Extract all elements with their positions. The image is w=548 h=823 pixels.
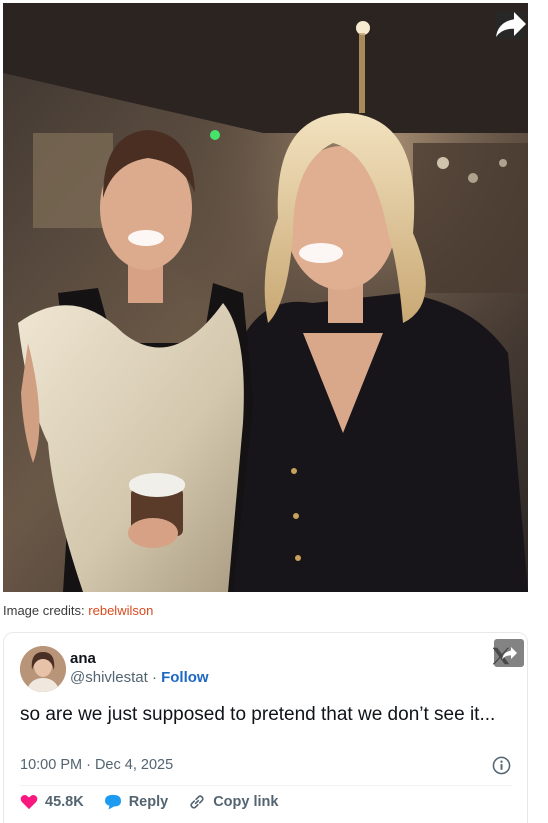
avatar[interactable]	[20, 646, 66, 692]
author-name[interactable]: ana	[70, 650, 96, 667]
like-button[interactable]: 45.8K	[20, 794, 84, 810]
divider	[20, 785, 512, 786]
author-handle-line: @shivlestat · Follow	[70, 669, 209, 686]
avatar-image	[20, 646, 66, 692]
reply-bubble-icon	[104, 794, 121, 810]
info-icon[interactable]	[492, 756, 511, 775]
link-icon	[190, 795, 204, 809]
copy-link-button[interactable]: Copy link	[188, 793, 278, 811]
credits-source-link[interactable]: rebelwilson	[88, 603, 153, 618]
event-photo	[3, 3, 528, 592]
share-arrow-icon	[501, 646, 517, 659]
heart-icon	[20, 794, 38, 810]
follow-button[interactable]: Follow	[161, 669, 209, 686]
copy-link-label: Copy link	[213, 794, 279, 810]
tweet-text: so are we just supposed to pretend that …	[20, 704, 496, 725]
share-arrow-icon	[496, 12, 526, 37]
reply-button[interactable]: Reply	[104, 794, 169, 810]
tweet-timestamp[interactable]: 10:00 PM · Dec 4, 2025	[20, 757, 173, 773]
reply-label: Reply	[128, 794, 169, 810]
tweet-actions: 45.8K Reply Copy link	[20, 793, 298, 811]
author-handle[interactable]: @shivlestat	[70, 669, 148, 686]
like-count: 45.8K	[45, 794, 84, 810]
image-credits: Image credits: rebelwilson	[3, 603, 153, 618]
tweet-share-button[interactable]	[494, 639, 524, 667]
handle-separator: ·	[151, 669, 157, 686]
photo-illustration	[3, 3, 528, 592]
embedded-tweet: ana @shivlestat · Follow so are we just …	[3, 632, 528, 823]
photo-share-button[interactable]	[496, 11, 526, 39]
credits-label: Image credits:	[3, 603, 85, 618]
